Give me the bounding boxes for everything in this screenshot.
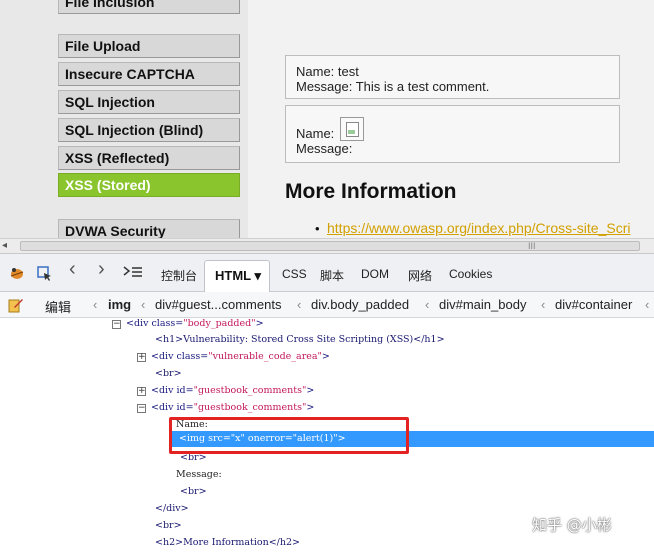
html-breadcrumb-bar: 编辑 ‹ img ‹ div#guest...comments ‹ div.bo… bbox=[0, 292, 654, 318]
back-icon[interactable]: ‹ bbox=[69, 259, 76, 279]
comment-name: Name: bbox=[296, 117, 609, 141]
command-line-icon[interactable] bbox=[123, 265, 143, 282]
menu-item-file-upload[interactable]: File Upload bbox=[58, 34, 240, 58]
comment-name: Name: test bbox=[296, 64, 359, 79]
menu-item-sql-injection-blind[interactable]: SQL Injection (Blind) bbox=[58, 118, 240, 142]
dvwa-menu-column: File Inclusion File Upload Insecure CAPT… bbox=[0, 0, 248, 238]
guestbook-comment-injected: Name: Message: bbox=[285, 105, 620, 163]
breadcrumb-separator: ‹ bbox=[141, 297, 146, 312]
breadcrumb-separator: ‹ bbox=[297, 297, 302, 312]
horizontal-scrollbar[interactable]: ◂ III bbox=[0, 238, 654, 254]
tab-html[interactable]: HTML ▾ bbox=[204, 260, 270, 292]
tab-cookies[interactable]: Cookies bbox=[449, 267, 492, 281]
devtools-toolbar: ‹ › 控制台 HTML ▾ CSS 脚本 DOM 网络 Cookies bbox=[0, 254, 654, 292]
dom-node-h2[interactable]: <h2>More Information</h2> bbox=[155, 537, 300, 549]
collapse-icon[interactable]: − bbox=[137, 404, 146, 413]
menu-item-insecure-captcha[interactable]: Insecure CAPTCHA bbox=[58, 62, 240, 86]
tab-css[interactable]: CSS bbox=[282, 267, 307, 281]
dom-text-message[interactable]: Message: bbox=[176, 469, 222, 481]
breadcrumb-separator: ‹ bbox=[541, 297, 546, 312]
breadcrumb-item-main-body[interactable]: div#main_body bbox=[439, 297, 526, 312]
dom-node-br[interactable]: <br> bbox=[155, 368, 182, 380]
breadcrumb-item-container[interactable]: div#container bbox=[555, 297, 632, 312]
browser-page-viewport: File Inclusion File Upload Insecure CAPT… bbox=[0, 0, 654, 238]
scrollbar-thumb[interactable]: III bbox=[20, 241, 640, 251]
breadcrumb-item-guestbook[interactable]: div#guest...comments bbox=[155, 297, 281, 312]
corner-mark: ’ bbox=[600, 0, 604, 8]
menu-item-xss-stored[interactable]: XSS (Stored) bbox=[58, 173, 240, 197]
owasp-xss-link[interactable]: https://www.owasp.org/index.php/Cross-si… bbox=[327, 220, 630, 236]
firebug-icon[interactable] bbox=[9, 266, 25, 283]
annotation-highlight-box bbox=[169, 417, 409, 454]
bullet-icon: • bbox=[315, 221, 320, 236]
breadcrumb-separator: ‹ bbox=[425, 297, 430, 312]
tab-dom[interactable]: DOM bbox=[361, 267, 389, 281]
expand-icon[interactable]: + bbox=[137, 353, 146, 362]
edit-icon[interactable] bbox=[8, 297, 24, 316]
collapse-icon[interactable]: − bbox=[112, 320, 121, 329]
menu-item-dvwa-security[interactable]: DVWA Security bbox=[58, 219, 240, 238]
menu-item-file-inclusion[interactable]: File Inclusion bbox=[58, 0, 240, 14]
tab-html-label: HTML ▾ bbox=[215, 268, 262, 283]
watermark: 知乎 @小彬 bbox=[532, 516, 612, 534]
dom-node-guestbook-comments-open[interactable]: − <div id="guestbook_comments"> bbox=[137, 402, 314, 414]
dom-node-guestbook-comments[interactable]: + <div id="guestbook_comments"> bbox=[137, 385, 314, 397]
scrollbar-grip-icon: III bbox=[528, 241, 536, 251]
broken-image-icon bbox=[339, 117, 364, 141]
guestbook-comment: Name: test Message: This is a test comme… bbox=[285, 55, 620, 99]
tab-net[interactable]: 网络 bbox=[408, 267, 432, 284]
menu-item-xss-reflected[interactable]: XSS (Reflected) bbox=[58, 146, 240, 170]
expand-icon[interactable]: + bbox=[137, 387, 146, 396]
dom-node-div-close[interactable]: </div> bbox=[155, 503, 189, 515]
dom-node-br[interactable]: <br> bbox=[180, 486, 207, 498]
dom-node-vulnerable-code-area[interactable]: + <div class="vulnerable_code_area"> bbox=[137, 351, 330, 363]
more-information-heading: More Information bbox=[285, 180, 457, 203]
breadcrumb-separator: ‹ bbox=[645, 297, 650, 312]
breadcrumb-item-img[interactable]: img bbox=[108, 297, 131, 312]
scroll-left-arrow-icon[interactable]: ◂ bbox=[2, 240, 7, 251]
breadcrumb-separator: ‹ bbox=[93, 297, 98, 312]
forward-icon[interactable]: › bbox=[98, 259, 105, 279]
tab-script[interactable]: 脚本 bbox=[320, 267, 344, 284]
tab-console[interactable]: 控制台 bbox=[161, 267, 197, 284]
comment-message: Message: bbox=[296, 141, 353, 156]
dom-node-br[interactable]: <br> bbox=[155, 520, 182, 532]
dom-node-body-padded[interactable]: − <div class="body_padded"> bbox=[112, 318, 264, 330]
comment-message: Message: This is a test comment. bbox=[296, 79, 490, 94]
menu-item-sql-injection[interactable]: SQL Injection bbox=[58, 90, 240, 114]
breadcrumb-item-body-padded[interactable]: div.body_padded bbox=[311, 297, 409, 312]
inspect-icon[interactable] bbox=[37, 266, 53, 285]
comment-name-label: Name: bbox=[296, 126, 335, 141]
edit-button[interactable]: 编辑 bbox=[45, 297, 71, 316]
dom-node-h1[interactable]: <h1>Vulnerability: Stored Cross Site Scr… bbox=[155, 334, 445, 346]
